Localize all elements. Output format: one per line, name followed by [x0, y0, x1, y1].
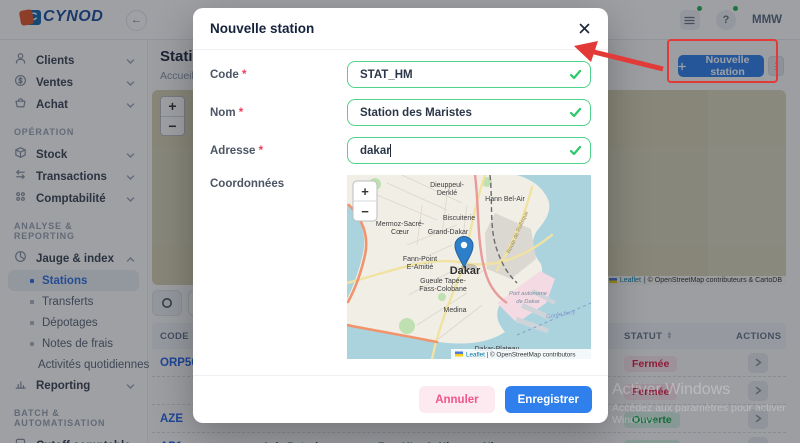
cancel-button[interactable]: Annuler: [419, 386, 494, 413]
map-label: Hann Bel-Air: [485, 196, 525, 203]
field-label-coordonnees: Coordonnées: [210, 175, 347, 190]
map-label: Dakar: [450, 265, 481, 277]
modal-title: Nouvelle station: [210, 21, 314, 36]
coordinates-map[interactable]: Dieuppeul-DerkléHann Bel-AirBiscuiterieM…: [347, 175, 591, 359]
map-label: Medina: [444, 307, 467, 314]
adresse-input[interactable]: [347, 137, 591, 164]
code-input[interactable]: [347, 61, 591, 88]
new-station-modal: Nouvelle station Code * Nom * Adresse *: [193, 8, 608, 423]
zoom-in-button: +: [361, 184, 369, 199]
field-label-nom: Nom *: [210, 107, 347, 119]
map-label: Biscuiterie: [443, 215, 475, 222]
zoom-out-button: −: [361, 204, 369, 219]
valid-check-icon: [569, 144, 582, 157]
app-window: C CYNOD ← ? MMW Clients Ventes: [0, 0, 800, 443]
close-button[interactable]: [576, 21, 592, 37]
valid-check-icon: [569, 106, 582, 119]
modal-map-attribution: Leaflet | © OpenStreetMap contributors: [451, 349, 591, 359]
map-label: Fann-PointE-Amitié: [403, 256, 437, 271]
modal-map-zoom-control: + −: [353, 181, 377, 221]
close-icon: [579, 23, 590, 34]
field-label-code: Code *: [210, 69, 347, 81]
field-label-adresse: Adresse *: [210, 145, 347, 157]
svg-text:Leaflet | © OpenStreetMap cont: Leaflet | © OpenStreetMap contributors: [466, 351, 576, 359]
text-cursor: [390, 144, 391, 157]
map-label: Gueule Tapée-Fass-Colobane: [419, 278, 467, 293]
save-button[interactable]: Enregistrer: [505, 386, 592, 413]
valid-check-icon: [569, 68, 582, 81]
map-label: Grand-Dakar: [428, 229, 469, 236]
nom-input[interactable]: [347, 99, 591, 126]
